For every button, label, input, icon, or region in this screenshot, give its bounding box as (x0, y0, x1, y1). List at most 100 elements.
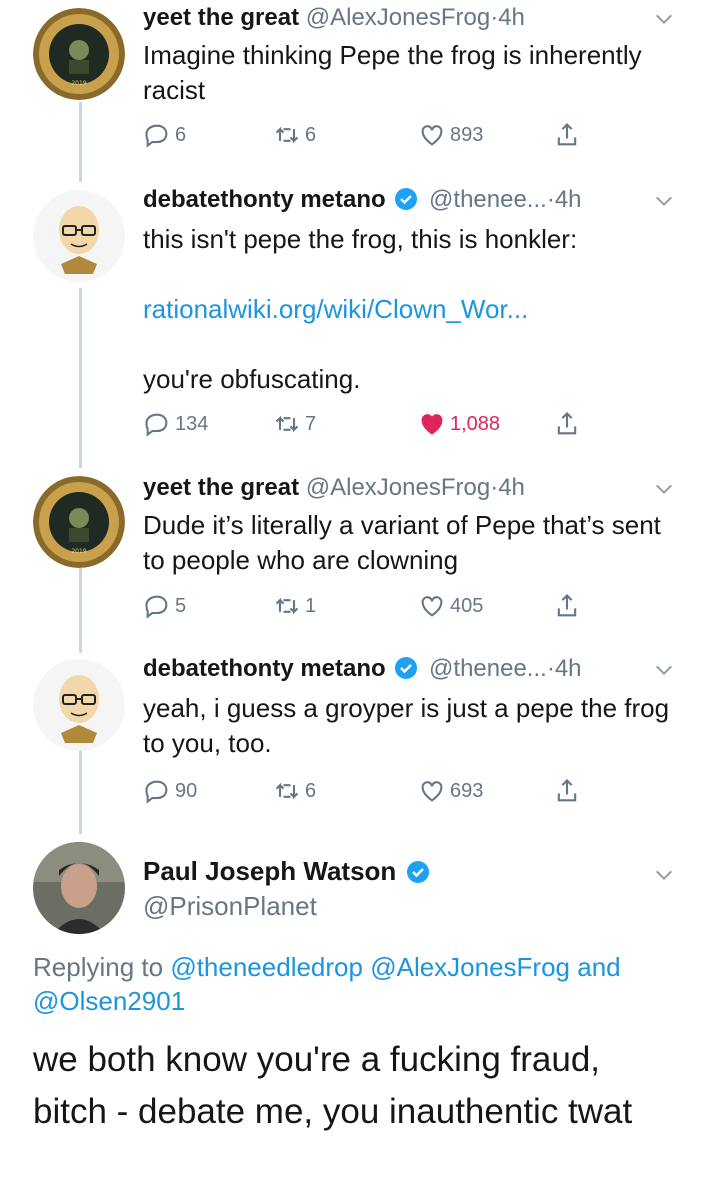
reply-count: 90 (175, 779, 198, 802)
reply-button[interactable]: 5 (143, 590, 186, 622)
author-name[interactable]: Paul Joseph Watson (143, 856, 396, 886)
verified-badge-icon (406, 861, 429, 883)
retweet-button[interactable]: 6 (273, 775, 316, 807)
chevron-down-icon[interactable] (653, 8, 675, 30)
tweet-text: Dude it’s literally a variant of Pepe th… (143, 510, 661, 575)
replying-prefix: Replying to (33, 952, 164, 982)
reply-icon (145, 413, 168, 437)
reply-count: 6 (175, 123, 187, 146)
reply-button[interactable]: 6 (143, 119, 186, 151)
chevron-down-icon[interactable] (653, 478, 675, 500)
retweet-button[interactable]: 1 (273, 590, 316, 622)
like-icon (421, 596, 443, 617)
reply-count: 134 (175, 412, 209, 435)
share-icon (557, 594, 577, 617)
author-name[interactable]: yeet the great (143, 474, 299, 501)
like-button[interactable]: 893 (418, 119, 483, 151)
like-count: 893 (450, 123, 484, 146)
author-name[interactable]: debatethonty metano (143, 655, 386, 682)
like-count: 405 (450, 594, 484, 617)
svg-text:2019: 2019 (71, 548, 86, 555)
verified-badge-icon (395, 188, 418, 210)
verified-badge-icon (395, 657, 418, 679)
avatar[interactable] (33, 842, 125, 934)
svg-text:2019: 2019 (71, 80, 86, 87)
avatar[interactable]: 2019 (33, 8, 125, 100)
tweet-actions: 134 7 1,088 (143, 408, 603, 440)
separator-dot: · (546, 655, 555, 682)
retweet-icon (275, 126, 299, 144)
tweet-text: we both know you're a fucking fraud, bit… (33, 1040, 633, 1131)
like-button[interactable]: 405 (418, 590, 483, 622)
reply-button[interactable]: 134 (143, 408, 208, 440)
mention-link[interactable]: @AlexJonesFrog (370, 952, 570, 982)
profile-photo-avatar-icon (33, 842, 125, 934)
like-count: 693 (450, 779, 484, 802)
share-button[interactable] (553, 590, 585, 622)
cartoon-glasses-avatar-icon (33, 659, 125, 751)
replying-to: Replying to @theneedledrop @AlexJonesFro… (33, 950, 675, 1018)
tweet[interactable]: 2019 yeet the great @AlexJonesFrog·4h Du… (0, 468, 705, 653)
author-handle[interactable]: @AlexJonesFrog (306, 4, 490, 31)
separator-dot: · (490, 474, 499, 501)
retweet-count: 7 (305, 412, 317, 435)
share-button[interactable] (553, 408, 585, 440)
chevron-down-icon[interactable] (653, 864, 675, 886)
retweet-count: 1 (305, 594, 317, 617)
like-icon (421, 781, 443, 802)
frog-emblem-avatar-icon: 2019 (33, 476, 125, 568)
and-word: and (577, 952, 621, 982)
like-button[interactable]: 693 (418, 775, 483, 807)
like-icon (421, 125, 443, 146)
timestamp[interactable]: 4h (555, 655, 582, 682)
timestamp[interactable]: 4h (498, 474, 525, 501)
author-handle[interactable]: @thenee... (429, 655, 547, 682)
author-handle[interactable]: @thenee... (429, 186, 547, 213)
reply-count: 5 (175, 594, 187, 617)
tweet[interactable]: debatethonty metano @thenee...·4h this i… (0, 182, 705, 472)
retweet-button[interactable]: 6 (273, 119, 316, 151)
share-icon (557, 779, 577, 802)
reply-icon (145, 124, 168, 148)
author-handle[interactable]: @PrisonPlanet (143, 891, 317, 922)
like-button[interactable]: 1,088 (418, 408, 500, 440)
like-count: 1,088 (450, 412, 501, 435)
retweet-button[interactable]: 7 (273, 408, 316, 440)
reply-icon (145, 780, 168, 804)
separator-dot: · (546, 186, 555, 213)
author-handle[interactable]: @AlexJonesFrog (306, 474, 490, 501)
share-button[interactable] (553, 775, 585, 807)
separator-dot: · (490, 4, 499, 31)
chevron-down-icon[interactable] (653, 190, 675, 212)
tweet-link[interactable]: rationalwiki.org/wiki/Clown_Wor... (143, 292, 681, 327)
share-icon (557, 123, 577, 146)
tweet[interactable]: 2019 yeet the great @AlexJonesFrog·4h Im… (0, 0, 705, 165)
tweet-text: this isn't pepe the frog, this is honkle… (143, 224, 578, 254)
author-name[interactable]: debatethonty metano (143, 186, 386, 213)
retweet-icon (275, 415, 299, 433)
tweet-actions: 5 1 405 (143, 590, 603, 622)
tweet-text: you're obfuscating. (143, 364, 361, 394)
tweet-actions: 6 6 893 (143, 119, 603, 151)
mention-link[interactable]: @Olsen2901 (33, 986, 185, 1016)
avatar[interactable] (33, 190, 125, 282)
cartoon-glasses-avatar-icon (33, 190, 125, 282)
frog-emblem-avatar-icon: 2019 (33, 8, 125, 100)
tweet[interactable]: debatethonty metano @thenee...·4h yeah, … (0, 651, 705, 836)
author-name[interactable]: yeet the great (143, 4, 299, 31)
retweet-icon (275, 597, 299, 615)
retweet-count: 6 (305, 123, 317, 146)
retweet-icon (275, 782, 299, 800)
main-tweet[interactable]: Paul Joseph Watson @PrisonPlanet Replyin… (0, 836, 705, 1200)
avatar[interactable] (33, 659, 125, 751)
avatar[interactable]: 2019 (33, 476, 125, 568)
timestamp[interactable]: 4h (555, 186, 582, 213)
tweet-text: yeah, i guess a groyper is just a pepe t… (143, 693, 670, 758)
timestamp[interactable]: 4h (498, 4, 525, 31)
mention-link[interactable]: @theneedledrop (170, 952, 363, 982)
reply-icon (145, 595, 168, 619)
share-button[interactable] (553, 119, 585, 151)
reply-button[interactable]: 90 (143, 775, 197, 807)
chevron-down-icon[interactable] (653, 659, 675, 681)
tweet-text: Imagine thinking Pepe the frog is inhere… (143, 40, 642, 105)
